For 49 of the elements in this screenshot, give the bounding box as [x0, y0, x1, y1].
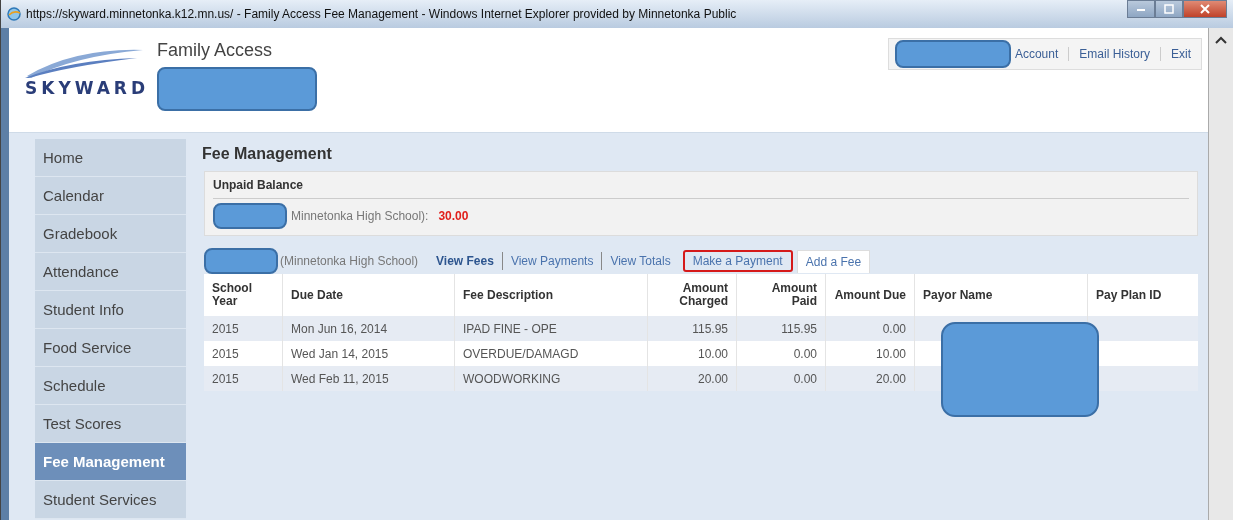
- maximize-icon: [1164, 4, 1174, 14]
- tab[interactable]: Make a Payment: [682, 250, 793, 272]
- page-title: Fee Management: [201, 144, 333, 164]
- nav-item[interactable]: Student Info: [35, 291, 186, 329]
- close-icon: [1200, 4, 1210, 14]
- table-cell: 115.95: [647, 316, 737, 341]
- minimize-icon: [1136, 6, 1146, 12]
- nav-item[interactable]: Home: [35, 139, 186, 177]
- app-name: Family Access: [157, 39, 274, 61]
- maximize-button[interactable]: [1155, 0, 1183, 18]
- table-cell: 2015: [204, 341, 283, 366]
- window-title: https://skyward.minnetonka.k12.mn.us/ - Family Access Fee Management - Windows Internet Explorer provided by Minnetonka Public: [26, 7, 738, 21]
- tab[interactable]: View Totals: [601, 252, 679, 270]
- table-cell: 20.00: [825, 366, 915, 391]
- column-header: School Year: [204, 274, 283, 316]
- tab[interactable]: View Fees: [428, 252, 502, 270]
- header-link[interactable]: Exit: [1160, 47, 1201, 61]
- close-button[interactable]: [1183, 0, 1227, 18]
- school-label: (Minnetonka High School): [280, 254, 419, 268]
- nav-item[interactable]: Test Scores: [35, 405, 186, 443]
- table-cell: IPAD FINE - OPE: [454, 316, 648, 341]
- table-cell: 2015: [204, 366, 283, 391]
- nav-item[interactable]: Calendar: [35, 177, 186, 215]
- nav-item[interactable]: Attendance: [35, 253, 186, 291]
- table-cell: 115.95: [736, 316, 826, 341]
- nav-item[interactable]: Fee Management: [35, 443, 186, 481]
- nav-item[interactable]: Schedule: [35, 367, 186, 405]
- minimize-button[interactable]: [1127, 0, 1155, 18]
- table-cell: Wed Feb 11, 2015: [282, 366, 455, 391]
- table-cell: 0.00: [825, 316, 915, 341]
- nav-item[interactable]: Gradebook: [35, 215, 186, 253]
- balance-amount: 30.00: [438, 209, 469, 223]
- tab[interactable]: View Payments: [501, 252, 602, 270]
- table-cell: Mon Jun 16, 2014: [282, 316, 455, 341]
- logo-text: SKYWARD: [25, 78, 149, 98]
- scroll-up-icon[interactable]: [1215, 36, 1227, 44]
- header-link[interactable]: Email History: [1068, 47, 1160, 61]
- panel-title: Unpaid Balance: [213, 178, 1189, 199]
- tab[interactable]: Add a Fee: [796, 249, 871, 273]
- school-label: Minnetonka High School):: [291, 209, 429, 223]
- nav-item[interactable]: Food Service: [35, 329, 186, 367]
- globe-icon: [7, 7, 21, 21]
- table-cell: WOODWORKING: [454, 366, 648, 391]
- scrollbar[interactable]: [1208, 28, 1233, 520]
- table-cell: 0.00: [736, 366, 826, 391]
- header-link[interactable]: Account: [1010, 47, 1069, 61]
- table-cell: 2015: [204, 316, 283, 341]
- nav-item[interactable]: Student Services: [35, 481, 186, 519]
- table-cell: 20.00: [647, 366, 737, 391]
